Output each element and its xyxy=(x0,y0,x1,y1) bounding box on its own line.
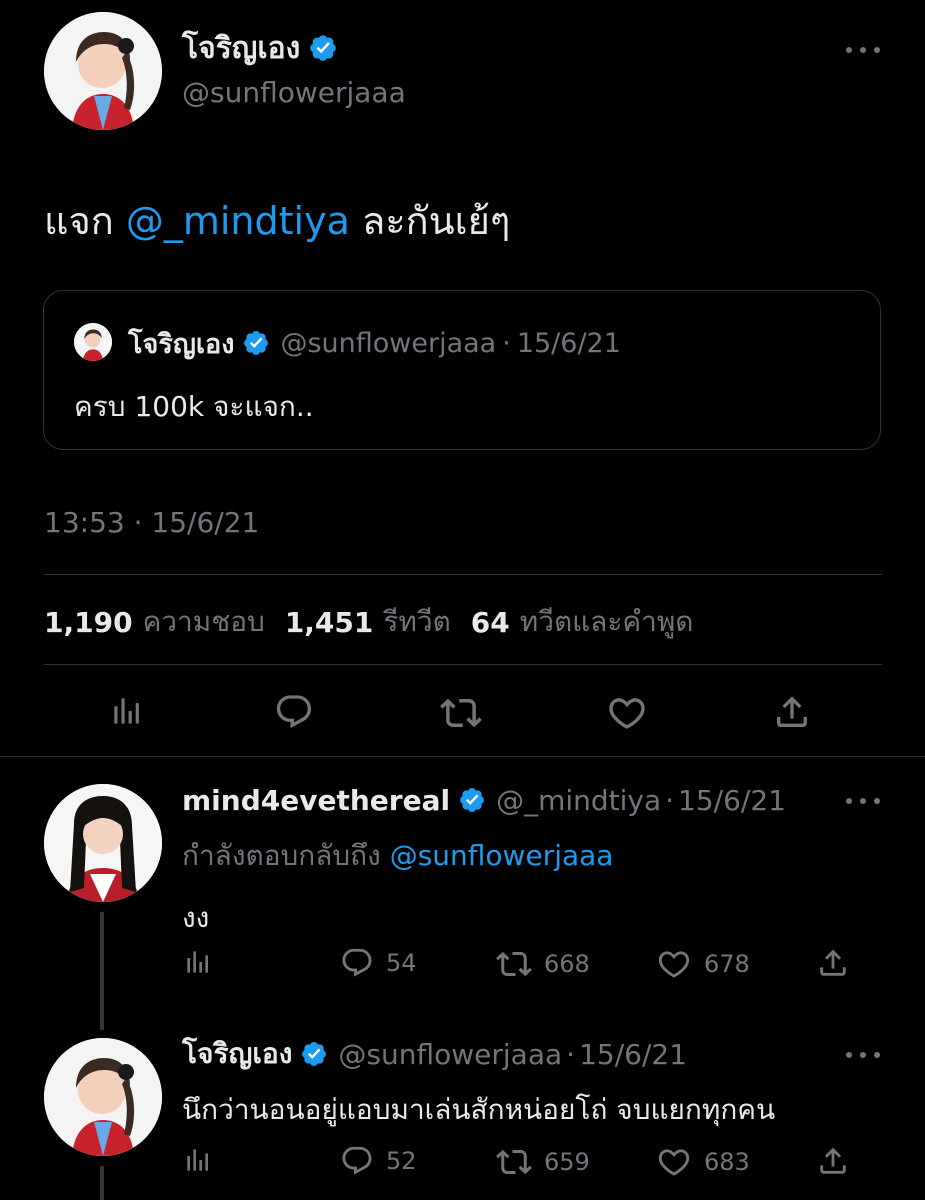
quotes-label[interactable]: ทวีตและคำพูด xyxy=(520,600,694,644)
divider xyxy=(0,756,925,757)
retweet-icon xyxy=(496,946,532,982)
tweet-text-suffix: ละกันเย้ๆ xyxy=(349,199,511,243)
replying-label: กำลังตอบกลับถึง xyxy=(182,839,390,872)
reply-text: งง xyxy=(182,901,210,934)
thread-line xyxy=(100,1166,104,1200)
share-icon xyxy=(772,692,812,732)
like-button[interactable] xyxy=(606,692,648,734)
verified-badge-icon xyxy=(242,329,270,357)
reply-icon xyxy=(340,946,374,980)
reply-count: 52 xyxy=(386,1147,417,1175)
views-button[interactable] xyxy=(182,946,214,978)
share-button[interactable] xyxy=(816,1144,850,1178)
likes-label[interactable]: ความชอบ xyxy=(143,600,265,644)
quoted-author-avatar xyxy=(74,323,112,361)
verified-badge-icon xyxy=(458,786,486,814)
retweet-count: 668 xyxy=(544,950,590,978)
reply-button[interactable]: 54 xyxy=(340,946,417,980)
share-icon xyxy=(816,946,850,980)
like-count: 678 xyxy=(704,950,750,978)
reply-button[interactable] xyxy=(274,692,314,732)
like-icon xyxy=(606,692,648,734)
like-count: 683 xyxy=(704,1148,750,1176)
quotes-count[interactable]: 64 xyxy=(471,606,510,639)
quoted-tweet-card[interactable]: โจริญเอง @sunflowerjaaa · 15/6/21 ครบ 10… xyxy=(43,290,881,450)
reply-text: นึกว่านอนอยู่แอบมาเล่นสักหน่อยโถ่ จบแยกท… xyxy=(182,1093,776,1126)
like-icon xyxy=(656,946,692,982)
more-options-icon[interactable] xyxy=(846,796,880,806)
like-button[interactable]: 683 xyxy=(656,1144,750,1180)
divider xyxy=(44,574,882,575)
separator-dot: · xyxy=(665,783,675,817)
quoted-author-handle: @sunflowerjaaa xyxy=(280,327,497,359)
divider xyxy=(44,664,882,665)
likes-count[interactable]: 1,190 xyxy=(44,606,133,639)
separator-dot: · xyxy=(502,327,511,359)
views-icon xyxy=(182,946,214,978)
share-button[interactable] xyxy=(772,692,812,732)
views-button[interactable] xyxy=(108,692,146,730)
reply-author-name[interactable]: โจริญเอง xyxy=(182,1032,292,1076)
like-button[interactable]: 678 xyxy=(656,946,750,982)
quoted-date: 15/6/21 xyxy=(516,327,621,359)
reply-author-handle[interactable]: @_mindtiya xyxy=(496,784,661,817)
reply-date[interactable]: 15/6/21 xyxy=(579,1038,687,1071)
retweets-count[interactable]: 1,451 xyxy=(285,606,374,639)
tweet-text: แจก @_mindtiya ละกันเย้ๆ xyxy=(44,190,510,251)
more-options-icon[interactable] xyxy=(846,45,880,55)
reply-count: 54 xyxy=(386,949,417,977)
reply-author-name[interactable]: mind4evethereal xyxy=(182,784,450,817)
tweet-timestamp[interactable]: 13:53 · 15/6/21 xyxy=(44,506,259,539)
retweet-button[interactable]: 659 xyxy=(496,1144,590,1180)
mention-link[interactable]: @_mindtiya xyxy=(126,199,350,243)
separator-dot: · xyxy=(566,1037,576,1071)
thread-line xyxy=(100,912,104,1030)
reply-author-avatar[interactable] xyxy=(44,1038,162,1156)
reply-icon xyxy=(274,692,314,732)
reply-author-avatar[interactable] xyxy=(44,784,162,902)
replying-to-link[interactable]: @sunflowerjaaa xyxy=(390,839,614,872)
retweet-count: 659 xyxy=(544,1148,590,1176)
retweet-icon xyxy=(440,692,482,734)
retweet-button[interactable] xyxy=(440,692,482,734)
views-icon xyxy=(108,692,146,730)
reply-author-handle[interactable]: @sunflowerjaaa xyxy=(338,1038,562,1071)
verified-badge-icon xyxy=(300,1040,328,1068)
quoted-text: ครบ 100k จะแจก.. xyxy=(74,390,314,423)
share-button[interactable] xyxy=(816,946,850,980)
author-avatar[interactable] xyxy=(44,12,162,130)
more-options-icon[interactable] xyxy=(846,1050,880,1060)
author-name[interactable]: โจริญเอง xyxy=(182,25,300,72)
verified-badge-icon xyxy=(308,33,338,63)
tweet-text-prefix: แจก xyxy=(44,199,126,243)
reply-date[interactable]: 15/6/21 xyxy=(678,784,786,817)
views-button[interactable] xyxy=(182,1144,214,1176)
replying-to: กำลังตอบกลับถึง @sunflowerjaaa xyxy=(182,834,613,878)
engagement-stats: 1,190 ความชอบ 1,451 รีทวีต 64 ทวีตและคำพ… xyxy=(44,600,693,644)
reply-button[interactable]: 52 xyxy=(340,1144,417,1178)
retweet-button[interactable]: 668 xyxy=(496,946,590,982)
reply-icon xyxy=(340,1144,374,1178)
like-icon xyxy=(656,1144,692,1180)
retweet-icon xyxy=(496,1144,532,1180)
quoted-author-name: โจริญเอง xyxy=(128,328,235,360)
share-icon xyxy=(816,1144,850,1178)
retweets-label[interactable]: รีทวีต xyxy=(383,600,450,644)
author-handle[interactable]: @sunflowerjaaa xyxy=(182,76,406,109)
views-icon xyxy=(182,1144,214,1176)
